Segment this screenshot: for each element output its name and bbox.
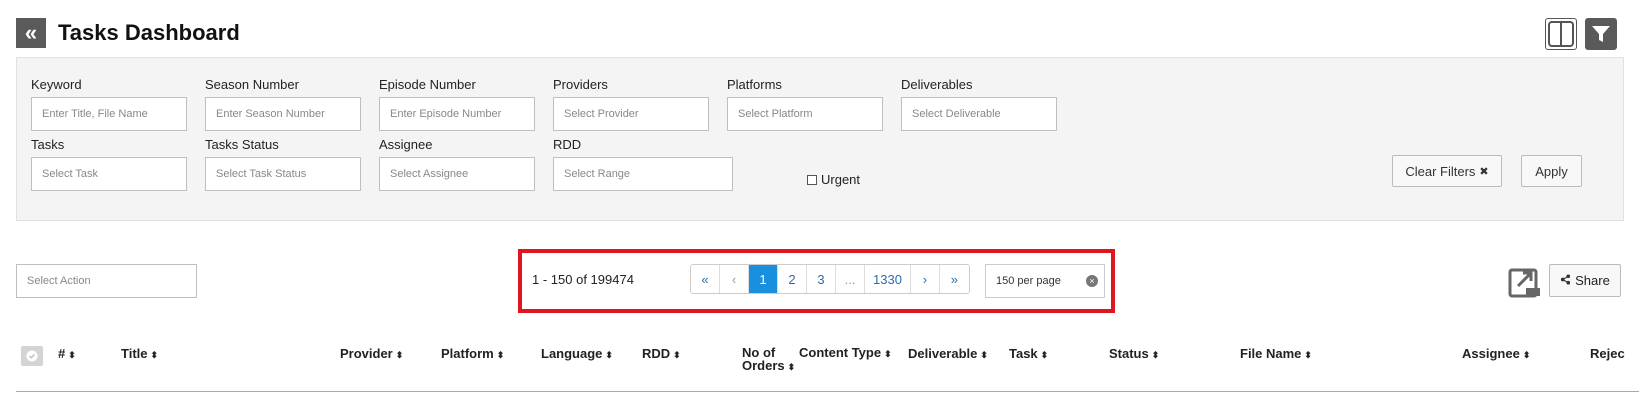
column-header-task[interactable]: Task ⬍ [1009, 346, 1048, 361]
tasks-filter: Tasks Select Task [31, 137, 187, 191]
urgent-checkbox[interactable] [807, 174, 817, 185]
rdd-range-input[interactable]: Select Range [553, 157, 733, 191]
deliverables-select[interactable]: Select Deliverable [901, 97, 1057, 131]
top-right-actions [1545, 18, 1617, 50]
clear-filters-button[interactable]: Clear Filters ✖ [1392, 155, 1502, 187]
filter-panel: Keyword Enter Title, File Name Season Nu… [16, 57, 1624, 221]
columns-toggle-icon[interactable] [1545, 18, 1577, 50]
keyword-label: Keyword [31, 77, 82, 92]
season-filter: Season Number Enter Season Number [205, 77, 361, 131]
per-page-value: 150 per page [996, 275, 1061, 287]
urgent-label: Urgent [821, 172, 861, 187]
providers-filter: Providers Select Provider [553, 77, 709, 131]
clear-icon[interactable]: × [1086, 275, 1098, 287]
episode-filter: Episode Number Enter Episode Number [379, 77, 535, 131]
providers-select[interactable]: Select Provider [553, 97, 709, 131]
providers-label: Providers [553, 77, 608, 92]
pagination: « ‹ 1 2 3 ... 1330 › » [690, 264, 970, 294]
season-label: Season Number [205, 77, 299, 92]
page-1-button[interactable]: 1 [749, 265, 778, 293]
column-header-title[interactable]: Title ⬍ [121, 346, 158, 361]
column-header-content-type[interactable]: Content Type ⬍ [799, 346, 894, 361]
page-header: « Tasks Dashboard [16, 18, 240, 48]
platforms-select[interactable]: Select Platform [727, 97, 883, 131]
column-header-file-name[interactable]: File Name ⬍ [1240, 346, 1312, 361]
keyword-input[interactable]: Enter Title, File Name [31, 97, 187, 131]
page-3-button[interactable]: 3 [807, 265, 836, 293]
results-range: 1 - 150 of 199474 [532, 272, 634, 287]
column-header-no-of-orders[interactable]: No of Orders ⬍ [742, 346, 795, 374]
page-2-button[interactable]: 2 [778, 265, 807, 293]
urgent-toggle[interactable]: Urgent [807, 172, 860, 187]
share-label: Share [1575, 273, 1610, 288]
platforms-label: Platforms [727, 77, 782, 92]
deliverables-label: Deliverables [901, 77, 973, 92]
page-title: Tasks Dashboard [58, 20, 240, 45]
next-page-button[interactable]: › [910, 265, 940, 293]
per-page-select[interactable]: 150 per page × [985, 264, 1105, 298]
filter-icon[interactable] [1585, 18, 1617, 50]
last-page-button[interactable]: » [939, 265, 969, 293]
page-1330-button[interactable]: 1330 [865, 265, 911, 293]
table-header-row: # ⬍ Title ⬍ Provider ⬍ Platform ⬍ Language ⬍ … [16, 340, 1639, 392]
assignee-label: Assignee [379, 137, 433, 152]
first-page-button[interactable]: « [691, 265, 720, 293]
assignee-filter: Assignee Select Assignee [379, 137, 535, 191]
episode-input[interactable]: Enter Episode Number [379, 97, 535, 131]
share-icon [1560, 273, 1571, 288]
column-header-status[interactable]: Status ⬍ [1109, 346, 1159, 361]
prev-page-button[interactable]: ‹ [720, 265, 749, 293]
close-icon: ✖ [1479, 165, 1489, 178]
select-all-checkbox[interactable] [21, 346, 43, 366]
page-ellipsis: ... [836, 265, 865, 293]
column-header-rejection[interactable]: Rejec [1590, 346, 1625, 361]
keyword-filter: Keyword Enter Title, File Name [31, 77, 187, 131]
platforms-filter: Platforms Select Platform [727, 77, 883, 131]
column-header-provider[interactable]: Provider ⬍ [340, 346, 403, 361]
csv-export-icon[interactable] [1508, 264, 1542, 298]
column-header-rdd[interactable]: RDD ⬍ [642, 346, 681, 361]
rdd-filter: RDD Select Range [553, 137, 733, 191]
tasks-label: Tasks [31, 137, 65, 152]
column-header-platform[interactable]: Platform ⬍ [441, 346, 504, 361]
bulk-action-select[interactable]: Select Action [16, 264, 197, 298]
task-status-select[interactable]: Select Task Status [205, 157, 361, 191]
apply-button[interactable]: Apply [1521, 155, 1582, 187]
column-header-assignee[interactable]: Assignee ⬍ [1462, 346, 1530, 361]
column-header-deliverable[interactable]: Deliverable ⬍ [908, 346, 988, 361]
tasks-select[interactable]: Select Task [31, 157, 187, 191]
deliverables-filter: Deliverables Select Deliverable [901, 77, 1057, 131]
episode-label: Episode Number [379, 77, 476, 92]
task-status-label: Tasks Status [205, 137, 279, 152]
rdd-label: RDD [553, 137, 582, 152]
column-header-number[interactable]: # ⬍ [58, 346, 76, 361]
clear-filters-label: Clear Filters [1405, 163, 1476, 179]
task-status-filter: Tasks Status Select Task Status [205, 137, 361, 191]
assignee-select[interactable]: Select Assignee [379, 157, 535, 191]
season-input[interactable]: Enter Season Number [205, 97, 361, 131]
share-button[interactable]: Share [1549, 264, 1621, 297]
column-header-language[interactable]: Language ⬍ [541, 346, 613, 361]
double-chevron-left-icon[interactable]: « [16, 18, 46, 48]
